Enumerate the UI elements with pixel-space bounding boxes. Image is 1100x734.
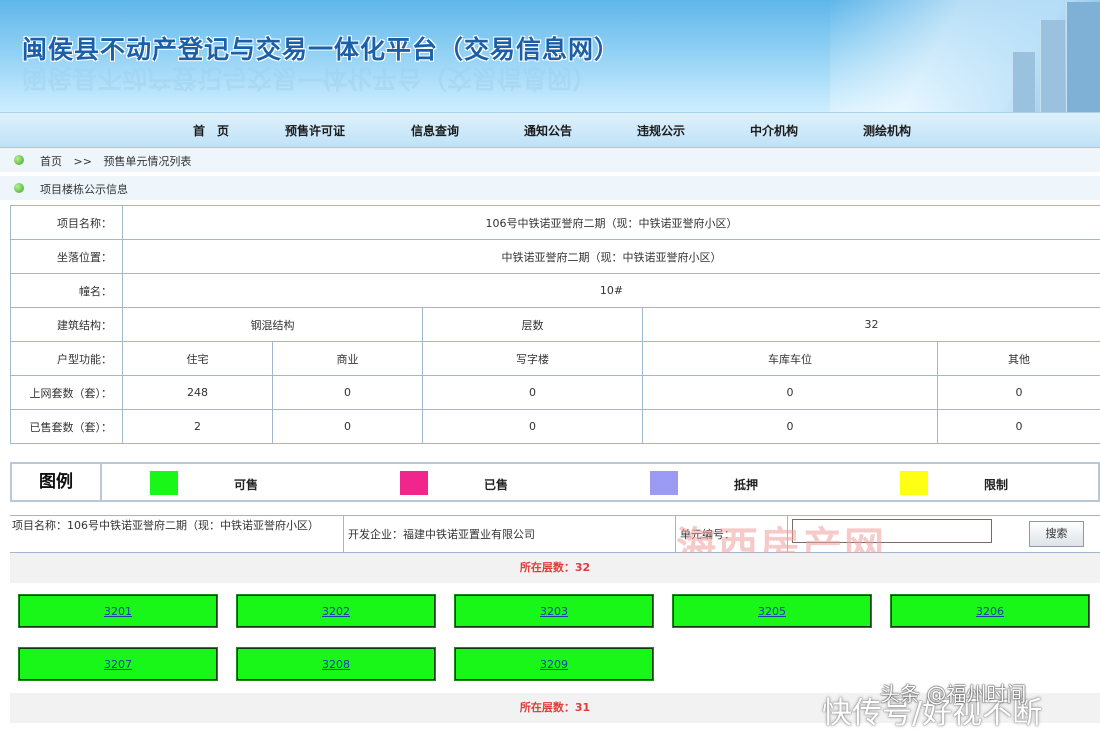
nav-home[interactable]: 首 页 <box>193 122 229 139</box>
unit-link[interactable]: 3207 <box>104 658 132 671</box>
legend-label-mortgaged: 抵押 <box>734 478 759 492</box>
unit-cell-available[interactable]: 3209 <box>454 647 654 681</box>
bullet-icon <box>14 155 24 165</box>
usage-col: 商业 <box>272 341 423 376</box>
table-row: 户型功能： 住宅 商业 写字楼 车库车位 其他 <box>10 341 1100 376</box>
breadcrumb-separator: >> <box>73 155 92 168</box>
sold-count: 2 <box>122 409 273 444</box>
search-developer: 开发企业：福建中铁诺亚置业有限公司 <box>344 516 676 552</box>
unit-cell-available[interactable]: 3207 <box>18 647 218 681</box>
unit-cell-available[interactable]: 3203 <box>454 594 654 628</box>
legend-label-sold: 已售 <box>484 478 509 492</box>
legend-swatch-restricted <box>900 471 928 495</box>
nav-surveyors[interactable]: 测绘机构 <box>863 122 911 139</box>
legend-title: 图例 <box>12 464 102 500</box>
building-name-label: 幢名： <box>10 273 123 308</box>
breadcrumb-current: 预售单元情况列表 <box>103 155 192 168</box>
unit-cell-available[interactable]: 3208 <box>236 647 436 681</box>
sold-count: 0 <box>642 409 938 444</box>
unit-link[interactable]: 3208 <box>322 658 350 671</box>
listed-count: 0 <box>642 375 938 410</box>
listed-count-label: 上网套数（套）： <box>10 375 123 410</box>
table-row: 幢名： 10# <box>10 273 1100 308</box>
floors-label: 层数 <box>422 307 643 342</box>
unit-cell-available[interactable]: 3206 <box>890 594 1090 628</box>
table-row: 上网套数（套）： 248 0 0 0 0 <box>10 375 1100 410</box>
building-graphic <box>1040 20 1065 112</box>
main-nav: 首 页 预售许可证 信息查询 通知公告 违规公示 中介机构 测绘机构 <box>0 112 1100 148</box>
search-project-name: 项目名称：106号中铁诺亚誉府二期（现：中铁诺亚誉府小区） <box>10 516 344 552</box>
site-title: 闽侯县不动产登记与交易一体化平台（交易信息网） <box>22 35 621 64</box>
usage-col: 写字楼 <box>422 341 643 376</box>
location-value: 中铁诺亚誉府二期（现：中铁诺亚誉府小区） <box>121 239 1100 274</box>
site-header: 闽侯县不动产登记与交易一体化平台（交易信息网） 闽侯县不动产登记与交易一体化平台… <box>0 0 1100 112</box>
listed-count: 0 <box>272 375 423 410</box>
site-title-reflection: 闽侯县不动产登记与交易一体化平台（交易信息网） <box>22 64 598 93</box>
nav-info-query[interactable]: 信息查询 <box>411 122 459 139</box>
breadcrumb: 首页 >> 预售单元情况列表 <box>0 148 1100 172</box>
usage-col: 住宅 <box>122 341 273 376</box>
nav-agencies[interactable]: 中介机构 <box>750 122 798 139</box>
table-row: 坐落位置： 中铁诺亚誉府二期（现：中铁诺亚誉府小区） <box>10 239 1100 274</box>
unit-search-bar: 项目名称：106号中铁诺亚誉府二期（现：中铁诺亚誉府小区） 开发企业：福建中铁诺… <box>10 515 1100 553</box>
sold-count: 0 <box>936 409 1100 444</box>
unit-link[interactable]: 3206 <box>976 605 1004 618</box>
listed-count: 0 <box>936 375 1100 410</box>
author-watermark: 头条 @福州时间 <box>880 682 1027 706</box>
sold-count: 0 <box>272 409 423 444</box>
usage-label: 户型功能： <box>10 341 123 376</box>
building-info-table: 项目名称： 106号中铁诺亚誉府二期（现：中铁诺亚誉府小区） 坐落位置： 中铁诺… <box>10 205 1100 444</box>
unit-link[interactable]: 3209 <box>540 658 568 671</box>
unit-link[interactable]: 3203 <box>540 605 568 618</box>
legend-swatch-available <box>150 471 178 495</box>
bullet-icon <box>14 183 24 193</box>
unit-cell-available[interactable]: 3202 <box>236 594 436 628</box>
table-row: 项目名称： 106号中铁诺亚誉府二期（现：中铁诺亚誉府小区） <box>10 205 1100 240</box>
structure-value: 钢混结构 <box>122 307 423 342</box>
listed-count: 0 <box>422 375 643 410</box>
project-name-label: 项目名称： <box>10 205 123 240</box>
nav-presale-permit[interactable]: 预售许可证 <box>285 122 345 139</box>
floors-value: 32 <box>641 307 1100 342</box>
building-graphic <box>1012 52 1035 112</box>
section-title: 项目楼栋公示信息 <box>40 183 128 196</box>
legend-swatch-mortgaged <box>650 471 678 495</box>
section-header: 项目楼栋公示信息 <box>0 176 1100 200</box>
unit-link[interactable]: 3205 <box>758 605 786 618</box>
usage-col: 车库车位 <box>642 341 938 376</box>
table-row: 已售套数（套）： 2 0 0 0 0 <box>10 409 1100 444</box>
breadcrumb-home[interactable]: 首页 <box>40 155 62 168</box>
listed-count: 248 <box>122 375 273 410</box>
building-name-value: 10# <box>121 273 1100 308</box>
structure-label: 建筑结构： <box>10 307 123 342</box>
legend: 图例 可售 已售 抵押 限制 <box>10 462 1100 502</box>
unit-cell-available[interactable]: 3201 <box>18 594 218 628</box>
building-graphic <box>1066 2 1100 112</box>
nav-violations[interactable]: 违规公示 <box>637 122 685 139</box>
unit-cell-available[interactable]: 3205 <box>672 594 872 628</box>
project-name-value: 106号中铁诺亚誉府二期（现：中铁诺亚誉府小区） <box>121 205 1100 240</box>
nav-notices[interactable]: 通知公告 <box>524 122 572 139</box>
unit-link[interactable]: 3201 <box>104 605 132 618</box>
legend-label-restricted: 限制 <box>984 478 1009 492</box>
unit-link[interactable]: 3202 <box>322 605 350 618</box>
legend-swatch-sold <box>400 471 428 495</box>
usage-col: 其他 <box>936 341 1100 376</box>
sold-count-label: 已售套数（套）： <box>10 409 123 444</box>
table-row: 建筑结构： 钢混结构 层数 32 <box>10 307 1100 342</box>
legend-label-available: 可售 <box>234 478 259 492</box>
floor-label: 所在层数：32 <box>10 553 1100 583</box>
sold-count: 0 <box>422 409 643 444</box>
location-label: 坐落位置： <box>10 239 123 274</box>
search-button[interactable]: 搜索 <box>1029 521 1084 547</box>
